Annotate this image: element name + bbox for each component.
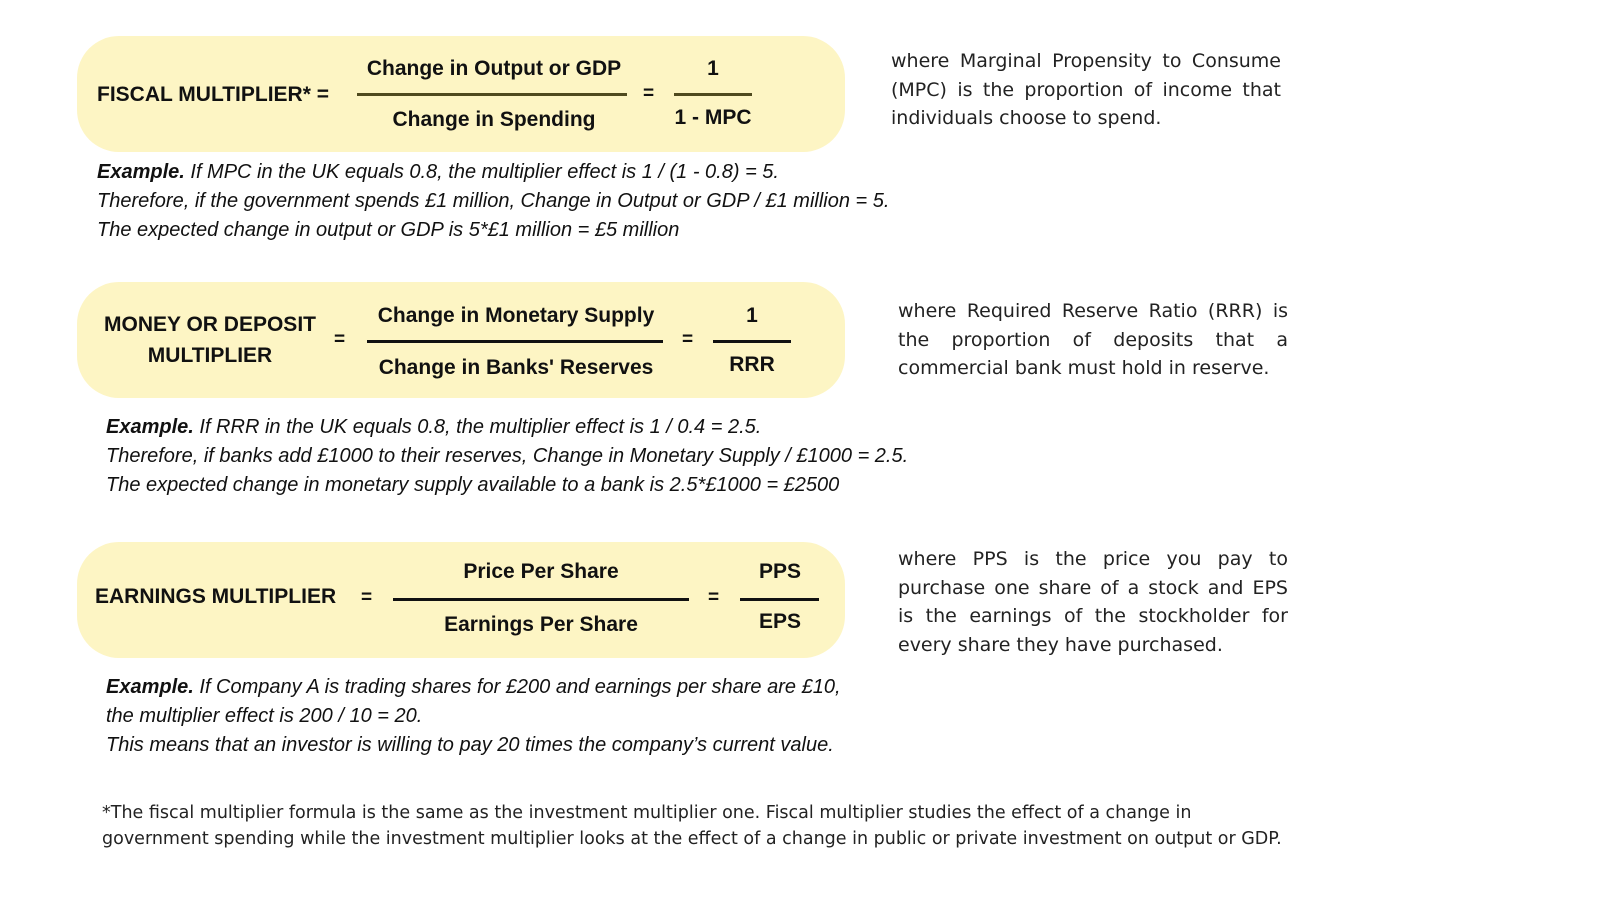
- money-multiplier-label-line1: MONEY OR DEPOSIT: [104, 313, 316, 336]
- fiscal-example-line: Therefore, if the government spends £1 m…: [97, 190, 890, 212]
- earnings-example-line: This means that an investor is willing t…: [106, 734, 834, 756]
- earnings-denominator: Earnings Per Share: [444, 613, 638, 636]
- earnings-equals-sign: =: [361, 587, 373, 608]
- earnings-simple-fraction-line: [740, 598, 819, 601]
- fiscal-example-line: Example. If MPC in the UK equals 0.8, th…: [97, 161, 779, 183]
- money-example-line: Therefore, if banks add £1000 to their r…: [106, 445, 909, 467]
- money-fraction-line: [367, 340, 663, 343]
- fiscal-fraction-line: [357, 93, 627, 96]
- earnings-simple-numerator: PPS: [758, 560, 802, 583]
- money-example-line: The expected change in monetary supply a…: [106, 474, 840, 496]
- money-simple-denominator: RRR: [729, 353, 775, 376]
- earnings-multiplier-label: EARNINGS MULTIPLIER: [95, 585, 337, 608]
- money-example: Example. If RRR in the UK equals 0.8, th…: [106, 413, 908, 500]
- money-example-line: Example. If RRR in the UK equals 0.8, th…: [106, 416, 762, 438]
- money-example-lead: Example.: [106, 416, 194, 438]
- earnings-description: where PPS is the price you pay to purcha…: [898, 548, 1288, 656]
- money-numerator: Change in Monetary Supply: [377, 304, 655, 327]
- footnote: *The fiscal multiplier formula is the sa…: [102, 803, 1282, 849]
- money-simple-fraction-line: [713, 340, 791, 343]
- fiscal-denominator: Change in Spending: [392, 108, 596, 131]
- money-equals-sign: =: [334, 329, 346, 350]
- earnings-example-line: Example. If Company A is trading shares …: [106, 676, 841, 698]
- fiscal-example: Example. If MPC in the UK equals 0.8, th…: [97, 158, 889, 245]
- fiscal-description: where Marginal Propensity to Consume (MP…: [891, 50, 1281, 129]
- earnings-example-lead: Example.: [106, 676, 194, 698]
- fiscal-simple-fraction-line: [674, 93, 752, 96]
- fiscal-simple-denominator: 1 - MPC: [674, 106, 752, 129]
- money-simple-numerator: 1: [746, 304, 758, 327]
- earnings-numerator: Price Per Share: [463, 560, 619, 583]
- fiscal-simple-numerator: 1: [707, 57, 719, 80]
- fiscal-multiplier-label: FISCAL MULTIPLIER* =: [97, 83, 329, 106]
- fiscal-numerator: Change in Output or GDP: [366, 57, 622, 80]
- earnings-equals-sign-2: =: [708, 587, 720, 608]
- earnings-simple-denominator: EPS: [758, 610, 802, 633]
- fiscal-equals-sign: =: [643, 83, 655, 104]
- earnings-fraction-line: [393, 598, 689, 601]
- fiscal-example-lead: Example.: [97, 161, 185, 183]
- earnings-example: Example. If Company A is trading shares …: [106, 673, 841, 760]
- earnings-example-line: the multiplier effect is 200 / 10 = 20.: [106, 705, 423, 727]
- fiscal-example-line: The expected change in output or GDP is …: [97, 219, 680, 241]
- money-equals-sign-2: =: [682, 329, 694, 350]
- money-multiplier-label-line2: MULTIPLIER: [147, 344, 273, 367]
- money-description: where Required Reserve Ratio (RRR) is th…: [898, 300, 1288, 379]
- money-denominator: Change in Banks' Reserves: [378, 356, 654, 379]
